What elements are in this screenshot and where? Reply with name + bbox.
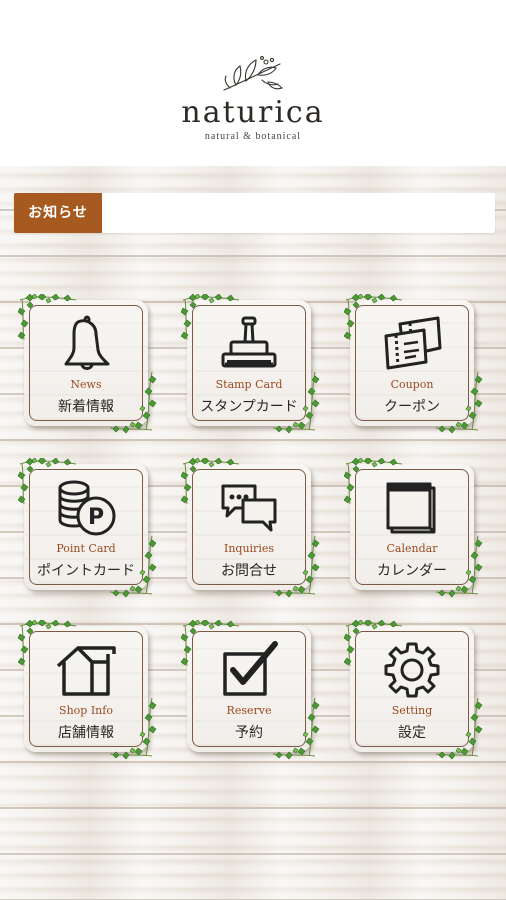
botanical-logo-icon: [223, 56, 284, 91]
tile-label-jp: お問合せ: [221, 563, 277, 579]
brand-name: naturica: [181, 95, 325, 130]
chat-bubbles-icon: [219, 478, 279, 538]
coupon-icon: [382, 314, 442, 374]
tile-label-jp: 予約: [235, 725, 263, 741]
menu-tile-stamp-card[interactable]: Stamp Card スタンプカード: [180, 292, 320, 434]
tile-label-jp: クーポン: [384, 399, 440, 415]
menu-tile-shop-info[interactable]: Shop Info 店舗情報: [17, 618, 157, 760]
calendar-icon: [382, 478, 442, 538]
tile-label-en: Stamp Card: [215, 378, 283, 391]
menu-tile-news[interactable]: News 新着情報: [17, 292, 157, 434]
tile-label-jp: スタンプカード: [200, 399, 298, 415]
tile-label-en: Point Card: [56, 542, 116, 555]
tile-label-en: Calendar: [386, 542, 438, 555]
tile-label-en: Shop Info: [59, 704, 113, 717]
tile-label-jp: 新着情報: [58, 399, 114, 415]
menu-tile-inquiries[interactable]: Inquiries お問合せ: [180, 456, 320, 598]
bell-icon: [56, 314, 116, 374]
tile-label-en: Coupon: [390, 378, 434, 391]
coins-icon: P: [56, 478, 116, 538]
notice-label: お知らせ: [14, 193, 102, 233]
tile-label-jp: 店舗情報: [58, 725, 114, 741]
brand-logo: naturica natural & botanical: [0, 0, 506, 166]
notice-bar[interactable]: お知らせ: [14, 193, 495, 233]
app-header: naturica natural & botanical: [0, 0, 506, 166]
tile-label-jp: カレンダー: [377, 563, 447, 579]
tile-label-jp: 設定: [398, 725, 426, 741]
tile-label-en: Inquiries: [223, 542, 274, 555]
menu-tile-setting[interactable]: Setting 設定: [343, 618, 483, 760]
menu-tile-calendar[interactable]: Calendar カレンダー: [343, 456, 483, 598]
gear-icon: [382, 640, 442, 700]
house-icon: [56, 640, 116, 700]
tile-label-en: Reserve: [226, 704, 272, 717]
notice-ticker: [114, 193, 489, 233]
menu-tile-coupon[interactable]: Coupon クーポン: [343, 292, 483, 434]
tile-label-en: News: [70, 378, 102, 391]
checkbox-icon: [219, 640, 279, 700]
stamp-icon: [219, 314, 279, 374]
tile-label-en: Setting: [391, 704, 433, 717]
tile-label-jp: ポイントカード: [37, 563, 135, 579]
menu-tile-reserve[interactable]: Reserve 予約: [180, 618, 320, 760]
svg-text:P: P: [88, 505, 104, 530]
menu-tile-point-card[interactable]: P Point Card ポイントカード: [17, 456, 157, 598]
brand-tagline: natural & botanical: [204, 131, 302, 142]
